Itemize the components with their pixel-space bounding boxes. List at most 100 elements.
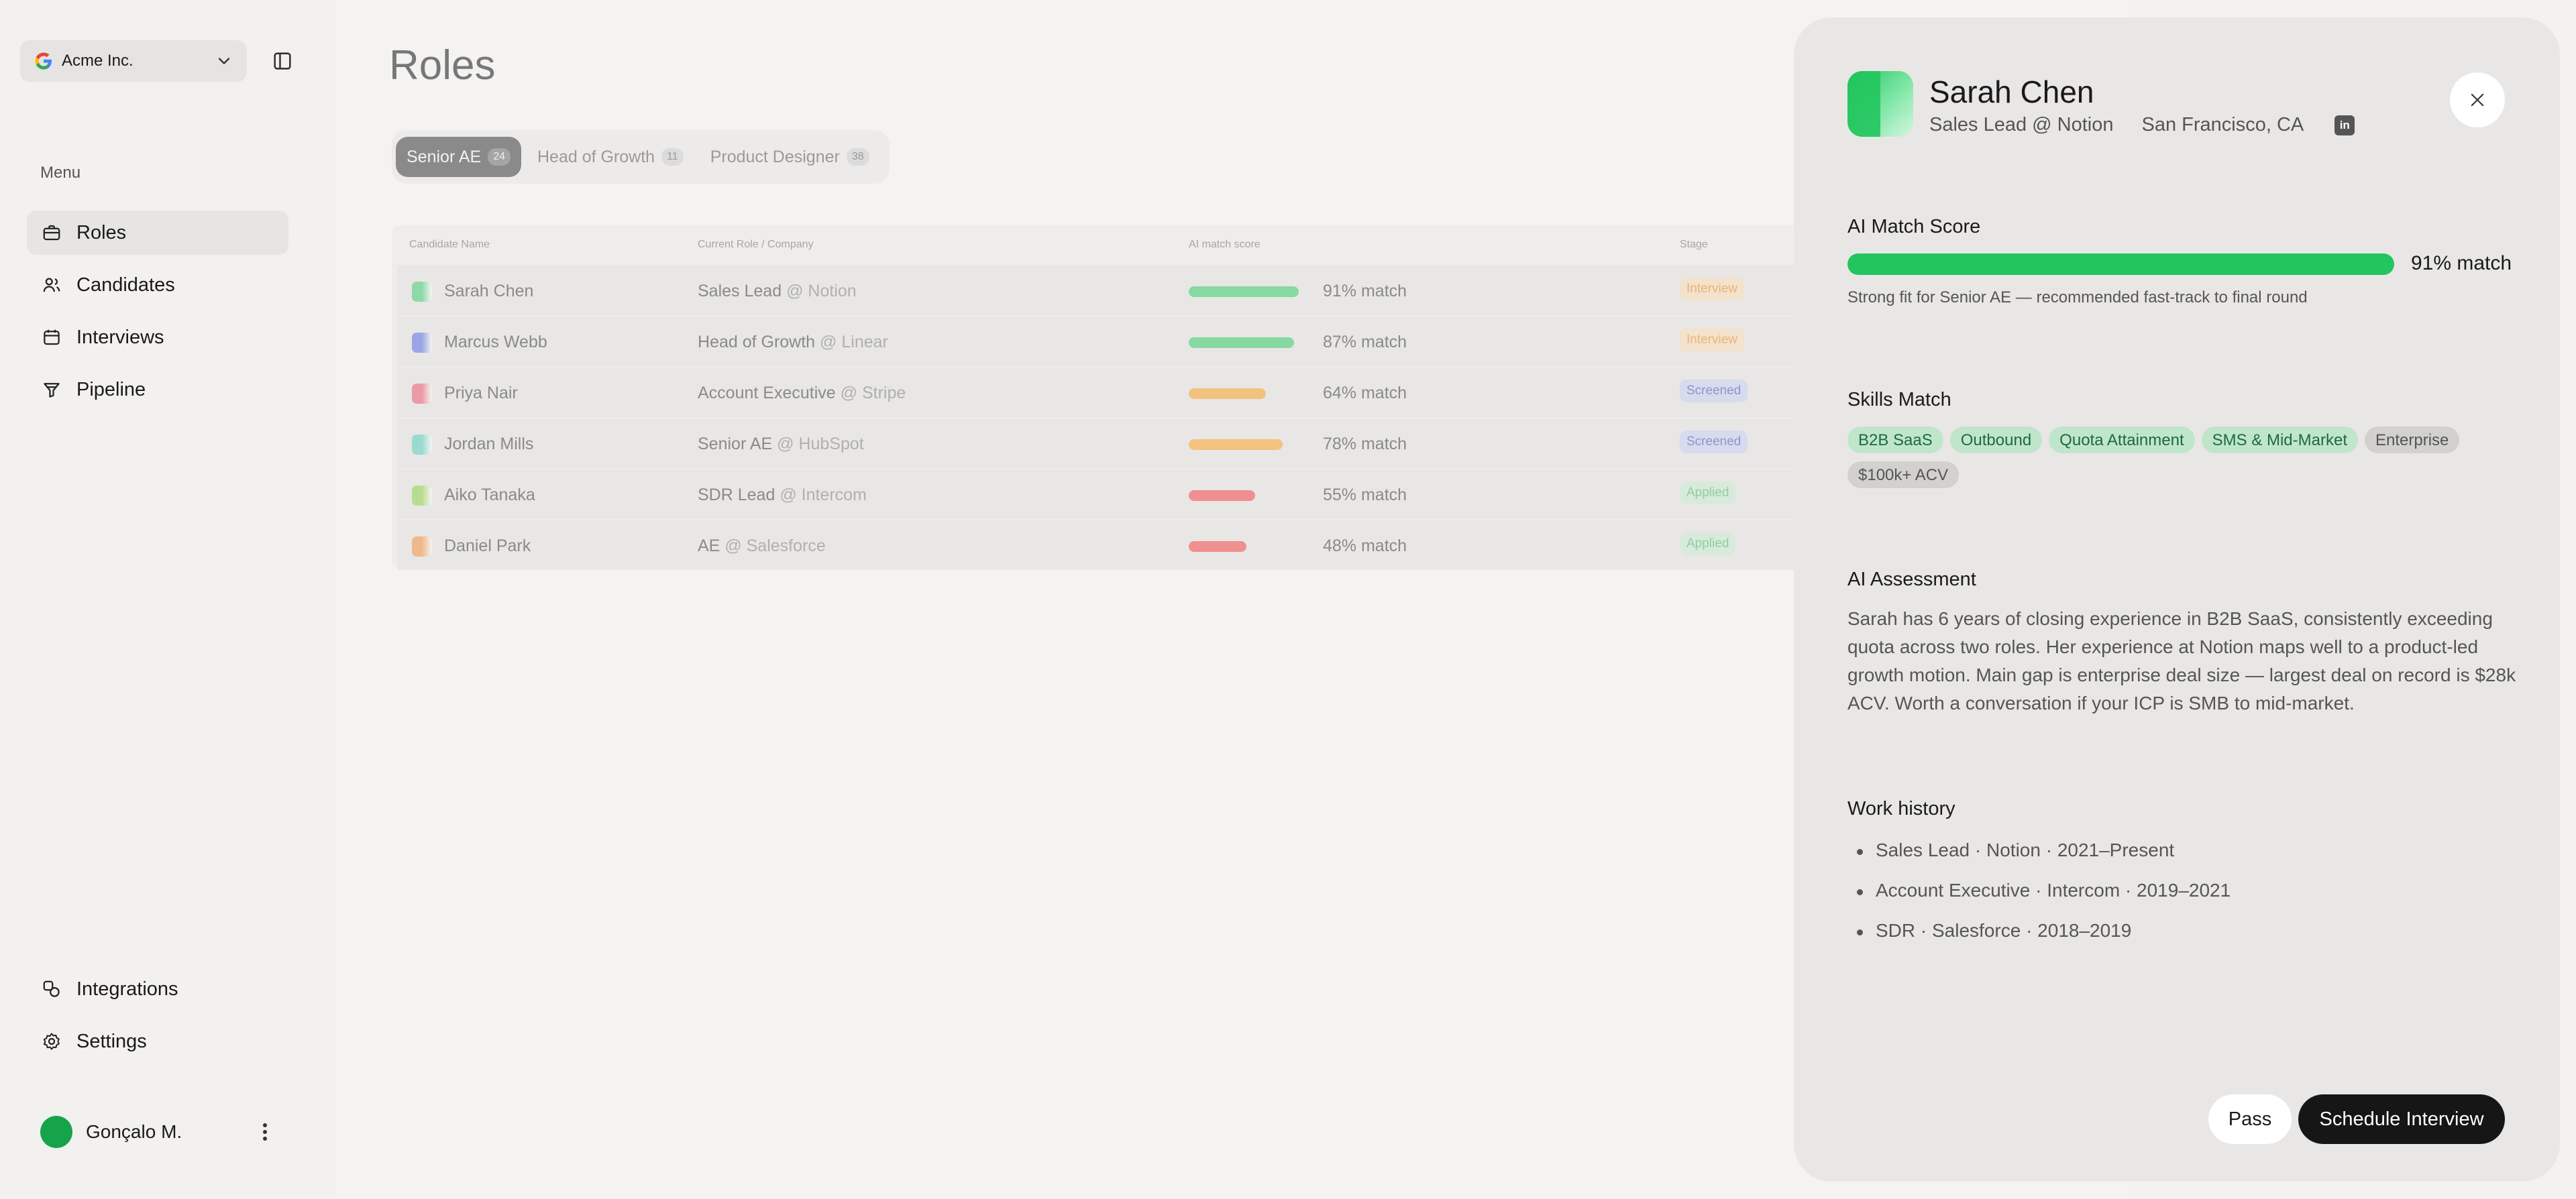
- candidate-name-cell: Sarah Chen: [444, 282, 534, 300]
- status-badge: Applied: [1680, 481, 1736, 504]
- skills-title: Skills Match: [1847, 389, 1951, 410]
- calendar-icon: [40, 326, 63, 349]
- role-cell: Sales Lead @ Notion: [698, 282, 857, 301]
- match-score-bar: [1189, 337, 1294, 348]
- skill-pill-matched: Outbound: [1949, 426, 2043, 453]
- candidate-icon: [412, 333, 432, 353]
- candidate-drawer: Sarah Chen Sales Lead @ Notion San Franc…: [1794, 17, 2560, 1182]
- tab-count: 24: [488, 148, 511, 166]
- skill-pill-matched: SMS & Mid-Market: [2201, 426, 2358, 453]
- work-history-item: Account Executive · Intercom · 2019–2021: [1847, 880, 2518, 920]
- role-title: Account Executive: [698, 384, 836, 402]
- skill-pill-unmatched: Enterprise: [2365, 426, 2460, 453]
- sidebar-item-label: Pipeline: [76, 378, 146, 400]
- candidate-icon: [412, 486, 432, 506]
- sidebar-item-label: Interviews: [76, 326, 164, 348]
- tab-count: 11: [661, 148, 684, 166]
- candidate-icon: [412, 282, 432, 302]
- match-score-cell: 78% match: [1323, 435, 1407, 453]
- status-badge: Screened: [1680, 380, 1748, 402]
- skill-pill-matched: Quota Attainment: [2049, 426, 2195, 453]
- funnel-icon: [40, 378, 63, 401]
- match-score-cell: 48% match: [1323, 536, 1407, 555]
- main-nav: Roles Candidates Interviews Pipeline: [27, 211, 288, 420]
- sidebar-item-roles[interactable]: Roles: [27, 211, 288, 255]
- candidate-location: San Francisco, CA: [2141, 114, 2304, 135]
- menu-label: Menu: [40, 164, 81, 182]
- match-score-cell: 91% match: [1323, 282, 1407, 300]
- sidebar-item-pipeline[interactable]: Pipeline: [27, 367, 288, 412]
- close-icon: [2471, 93, 2484, 107]
- role-title: AE: [698, 536, 720, 555]
- google-logo-icon: [35, 52, 52, 70]
- match-score-bar: [1189, 541, 1246, 552]
- avatar: [40, 1116, 72, 1148]
- tab-senior-ae[interactable]: Senior AE 24: [396, 137, 521, 177]
- candidate-avatar: [1847, 71, 1913, 137]
- work-history-title: Work history: [1847, 798, 1955, 819]
- integrations-icon: [40, 978, 63, 1001]
- chevron-down-icon: [218, 58, 230, 64]
- role-company: @ Stripe: [840, 384, 906, 402]
- match-score-title: AI Match Score: [1847, 216, 1981, 237]
- role-cell: SDR Lead @ Intercom: [698, 486, 867, 505]
- work-history-list: Sales Lead · Notion · 2021–Present Accou…: [1847, 840, 2518, 960]
- skill-pill-matched: B2B SaaS: [1847, 426, 1943, 453]
- column-header-name: Candidate Name: [409, 239, 490, 250]
- role-cell: AE @ Salesforce: [698, 536, 826, 556]
- role-company: @ HubSpot: [777, 435, 864, 453]
- secondary-nav: Integrations Settings: [27, 967, 288, 1072]
- pass-button[interactable]: Pass: [2208, 1094, 2292, 1144]
- user-name: Gonçalo M.: [86, 1121, 182, 1142]
- candidate-icon: [412, 536, 432, 557]
- role-title: Head of Growth: [698, 333, 816, 351]
- schedule-interview-button[interactable]: Schedule Interview: [2298, 1094, 2505, 1144]
- candidate-name-cell: Marcus Webb: [444, 333, 547, 351]
- org-switcher[interactable]: Acme Inc.: [20, 40, 247, 82]
- more-options-icon[interactable]: [255, 1119, 275, 1145]
- linkedin-icon[interactable]: in: [2334, 115, 2355, 135]
- assessment-title: AI Assessment: [1847, 569, 1976, 590]
- candidate-current-role: Sales Lead @ Notion: [1929, 114, 2114, 135]
- sidebar-item-settings[interactable]: Settings: [27, 1019, 288, 1064]
- sidebar-item-label: Settings: [76, 1030, 147, 1052]
- match-score-cell: 55% match: [1323, 486, 1407, 504]
- match-score-bar: [1189, 490, 1255, 501]
- role-company: @ Intercom: [780, 486, 867, 504]
- role-company: @ Linear: [820, 333, 888, 351]
- column-header-score: AI match score: [1189, 239, 1260, 250]
- match-score-bar: [1847, 253, 2394, 275]
- assessment-text: Sarah has 6 years of closing experience …: [1847, 608, 2516, 713]
- sidebar-item-label: Candidates: [76, 274, 175, 296]
- column-header-stage: Stage: [1680, 239, 1708, 250]
- tab-head-of-growth[interactable]: Head of Growth 11: [527, 137, 694, 177]
- role-cell: Head of Growth @ Linear: [698, 333, 888, 352]
- gear-icon: [40, 1030, 63, 1053]
- sidebar-item-integrations[interactable]: Integrations: [27, 967, 288, 1011]
- candidate-icon: [412, 384, 432, 404]
- role-company: @ Salesforce: [724, 536, 826, 555]
- role-title: Sales Lead: [698, 282, 782, 300]
- role-cell: Senior AE @ HubSpot: [698, 435, 864, 454]
- work-history-item: SDR · Salesforce · 2018–2019: [1847, 920, 2518, 960]
- match-score-bar: [1189, 388, 1266, 399]
- close-button[interactable]: [2450, 72, 2505, 127]
- sidebar-item-label: Roles: [76, 221, 127, 243]
- match-score-bar: [1189, 286, 1299, 297]
- briefcase-icon: [40, 221, 63, 244]
- role-title: SDR Lead: [698, 486, 775, 504]
- tab-label: Senior AE: [407, 147, 482, 166]
- candidate-meta: Sales Lead @ Notion San Francisco, CA in: [1929, 114, 2355, 136]
- role-company: @ Notion: [786, 282, 857, 300]
- tab-count: 38: [846, 148, 869, 166]
- skill-pill-unmatched: $100k+ ACV: [1847, 461, 1960, 488]
- sidebar-item-interviews[interactable]: Interviews: [27, 315, 288, 359]
- match-score-note: Strong fit for Senior AE — recommended f…: [1847, 288, 2308, 306]
- candidate-name-cell: Priya Nair: [444, 384, 518, 402]
- tab-product-designer[interactable]: Product Designer 38: [700, 137, 880, 177]
- sidebar-item-candidates[interactable]: Candidates: [27, 263, 288, 307]
- candidate-icon: [412, 435, 432, 455]
- sidebar-toggle-icon[interactable]: [271, 50, 294, 72]
- user-profile[interactable]: Gonçalo M.: [40, 1113, 275, 1151]
- skills-list: B2B SaaS Outbound Quota Attainment SMS & Mi…: [1847, 426, 2518, 496]
